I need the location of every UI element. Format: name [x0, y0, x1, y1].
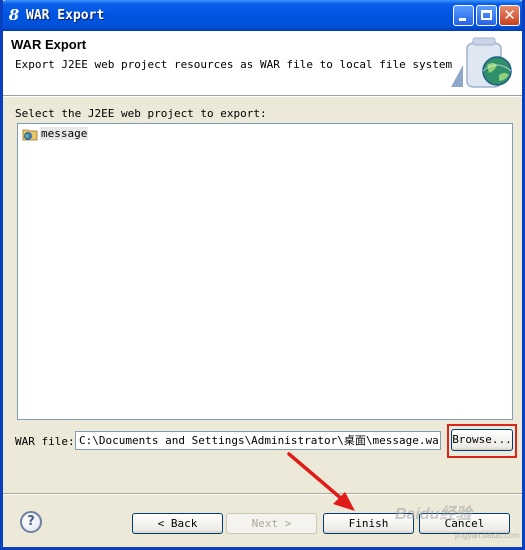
maximize-button[interactable] — [476, 5, 497, 26]
wizard-header: WAR Export Export J2EE web project resou… — [3, 31, 522, 96]
web-project-icon — [22, 129, 38, 140]
project-list[interactable]: message — [17, 123, 513, 420]
back-button[interactable]: < Back — [132, 513, 223, 534]
select-project-label: Select the J2EE web project to export: — [15, 107, 267, 120]
red-arrow-icon — [287, 452, 355, 511]
title-bar[interactable]: 8 WAR Export ✕ — [3, 0, 522, 31]
eclipse-icon: 8 — [8, 6, 20, 24]
wizard-content: Select the J2EE web project to export: m… — [3, 97, 522, 493]
minimize-button[interactable] — [453, 5, 474, 26]
close-icon: ✕ — [503, 6, 516, 24]
wizard-title: WAR Export — [11, 37, 87, 52]
war-file-label: WAR file: — [15, 435, 75, 448]
watermark: Baidu经验 — [395, 506, 472, 523]
close-button[interactable]: ✕ — [499, 5, 520, 26]
window-title: WAR Export — [26, 8, 105, 23]
war-export-window: 8 WAR Export ✕ WAR Export Export J2EE we… — [0, 0, 525, 550]
help-icon[interactable]: ? — [20, 511, 42, 533]
war-file-input[interactable]: C:\Documents and Settings\Administrator\… — [75, 431, 441, 450]
wizard-description: Export J2EE web project resources as WAR… — [15, 58, 453, 71]
browse-button[interactable]: Browse... — [451, 429, 513, 451]
watermark-url: jingyan.baidu.com — [455, 531, 520, 540]
war-export-banner-icon — [451, 37, 512, 88]
minimize-icon — [459, 18, 466, 21]
maximize-icon — [481, 10, 492, 20]
project-label-message: message — [40, 127, 89, 140]
list-item[interactable]: message — [22, 126, 89, 141]
